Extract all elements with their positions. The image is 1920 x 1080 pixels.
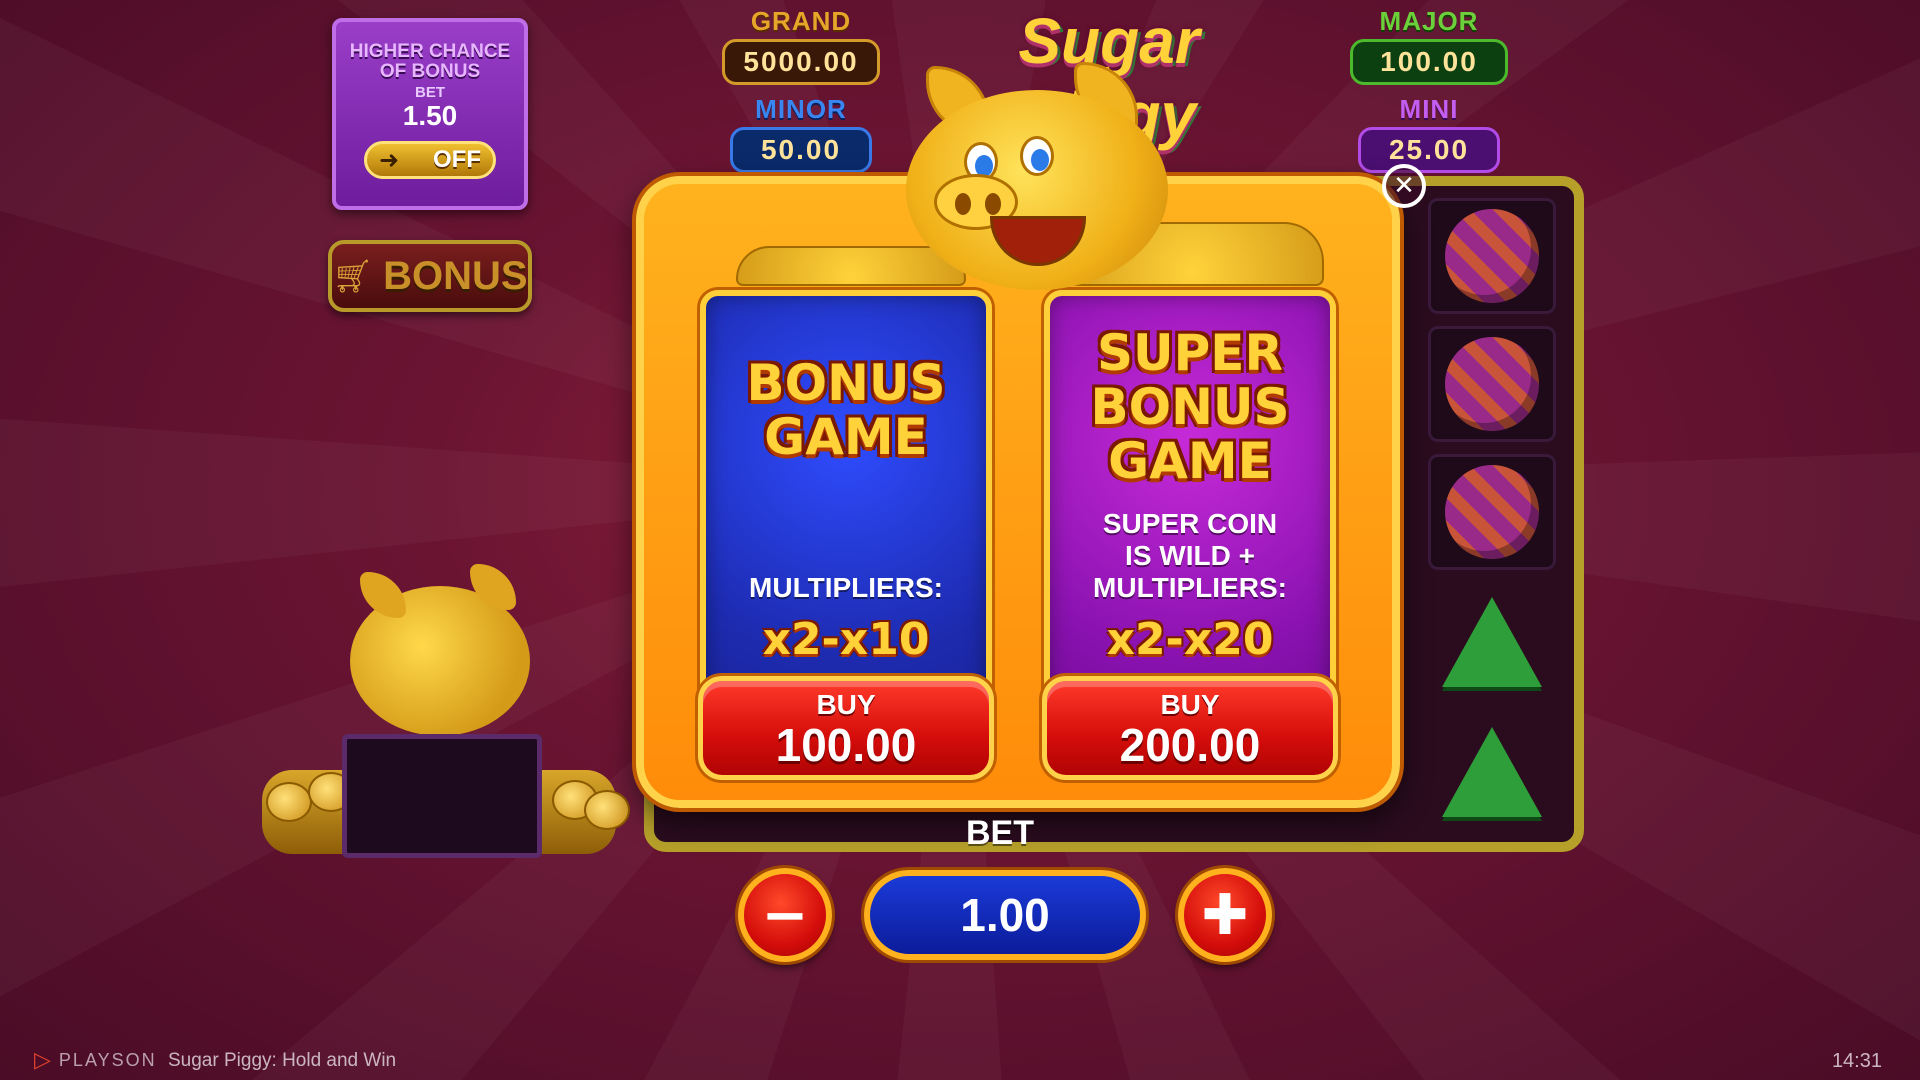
higher-chance-panel: HIGHER CHANCE OF BONUS BET 1.50 ➜ OFF — [332, 18, 528, 210]
buy-bonus-game-label: BUY — [816, 689, 876, 720]
toggle-state: OFF — [433, 146, 481, 173]
higher-chance-bet-value: 1.50 — [402, 100, 458, 131]
piggy-mascot-icon — [906, 62, 1168, 292]
buy-bonus-game-button[interactable]: BUY 100.00 — [698, 676, 994, 780]
super-bonus-game-description: SUPER COIN IS WILD + MULTIPLIERS: — [1093, 508, 1287, 603]
reel-symbol-lollipop — [1428, 454, 1556, 570]
higher-chance-title: HIGHER CHANCE OF BONUS — [349, 41, 511, 82]
minus-icon: − — [761, 882, 809, 948]
super-bonus-game-multipliers: x2-x20 — [1106, 614, 1274, 665]
jackpot-grand: GRAND 5000.00 — [722, 6, 880, 85]
jackpot-grand-value: 5000.00 — [722, 39, 880, 85]
increase-bet-button[interactable]: ✚ — [1178, 868, 1272, 962]
footer-clock: 14:31 — [1831, 1050, 1882, 1072]
coin-icon — [584, 790, 630, 830]
bonus-game-description: MULTIPLIERS: — [749, 572, 943, 603]
footer-brand: ▷ PLAYSON — [34, 1048, 157, 1073]
plus-icon: ✚ — [1201, 882, 1249, 948]
coin-icon — [266, 782, 312, 822]
bonus-shop-label: BONUS — [383, 253, 528, 298]
side-collect-window — [342, 734, 542, 858]
jackpot-minor-label: MINOR — [755, 94, 847, 124]
bet-value-display: 1.00 — [864, 870, 1146, 960]
higher-chance-bet-label: BET — [415, 84, 445, 101]
bonus-game-title: BONUS GAME — [746, 354, 946, 466]
footer-game-title: Sugar Piggy: Hold and Win — [168, 1050, 397, 1071]
jackpot-mini-label: MINI — [1399, 94, 1459, 124]
close-popup-button[interactable]: ✕ — [1382, 164, 1426, 208]
bonus-shop-button[interactable]: 🛒︎ BONUS — [328, 240, 532, 312]
jackpot-major-label: MAJOR — [1379, 6, 1479, 36]
super-bonus-game-title: SUPER BONUS GAME — [1090, 324, 1290, 490]
buy-super-bonus-game-button[interactable]: BUY 200.00 — [1042, 676, 1338, 780]
decrease-bet-button[interactable]: − — [738, 868, 832, 962]
reel-symbol-gummy — [1428, 584, 1556, 700]
jackpot-minor-value: 50.00 — [730, 127, 872, 173]
jackpot-major-value: 100.00 — [1350, 39, 1508, 85]
reel-symbol-gummy — [1428, 714, 1556, 830]
close-icon: ✕ — [1393, 171, 1415, 201]
reel-symbol-lollipop — [1428, 198, 1556, 314]
cart-icon: 🛒︎ — [332, 257, 374, 295]
buy-bonus-game-price: 100.00 — [775, 719, 917, 771]
jackpot-grand-label: GRAND — [750, 6, 852, 36]
bet-label: BET — [966, 814, 1034, 852]
buy-super-bonus-game-label: BUY — [1160, 689, 1220, 720]
reel-symbol-lollipop — [1428, 326, 1556, 442]
jackpot-minor: MINOR 50.00 — [730, 94, 872, 173]
playson-logo-icon: ▷ — [34, 1048, 51, 1073]
side-piggy-icon — [350, 564, 530, 736]
jackpot-mini: MINI 25.00 — [1358, 94, 1500, 173]
buy-super-bonus-game-price: 200.00 — [1119, 719, 1261, 771]
arrow-right-icon: ➜ — [379, 146, 400, 174]
higher-chance-toggle[interactable]: ➜ OFF — [364, 141, 496, 179]
bonus-game-multipliers: x2-x10 — [762, 614, 930, 665]
jackpot-major: MAJOR 100.00 — [1350, 6, 1508, 85]
jackpot-mini-value: 25.00 — [1358, 127, 1500, 173]
brand-name: PLAYSON — [58, 1050, 157, 1070]
